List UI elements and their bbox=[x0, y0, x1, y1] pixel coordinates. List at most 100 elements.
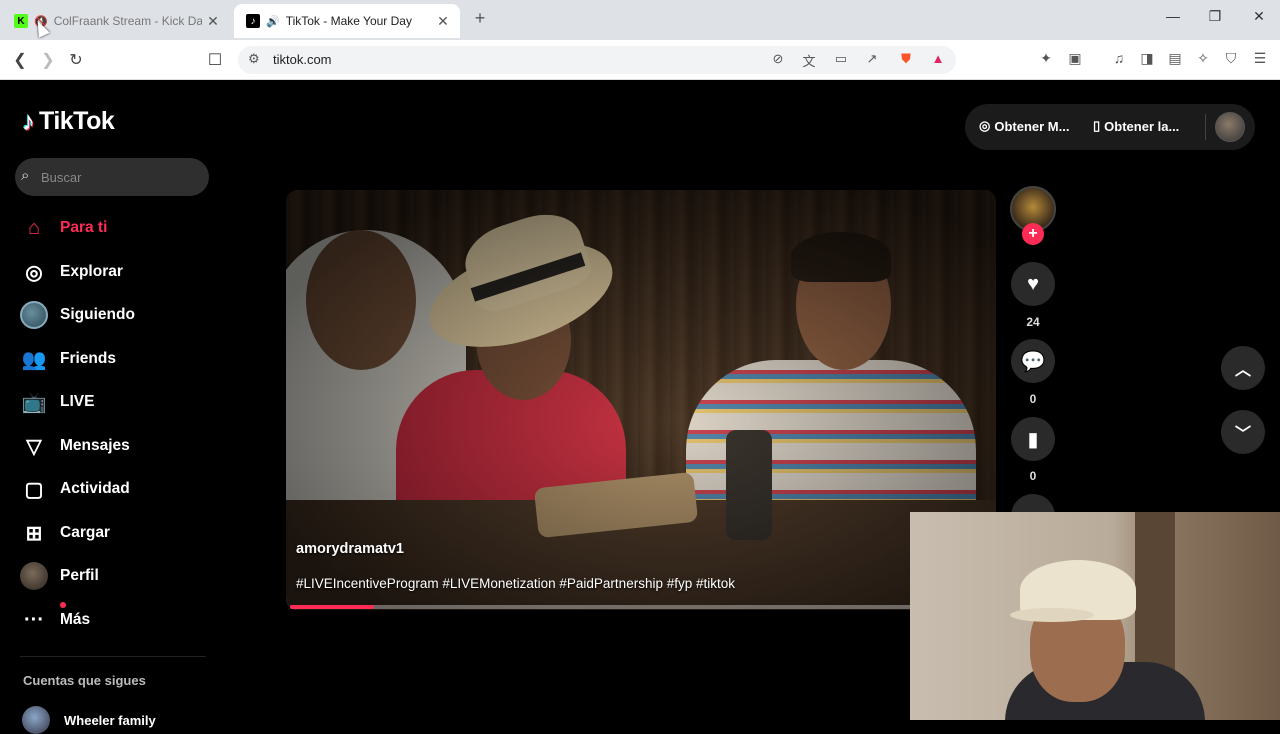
browser-tab-tiktok[interactable]: ♪ 🔊 TikTok - Make Your Day ✕ bbox=[234, 4, 460, 38]
sidebar-item-label: Cargar bbox=[60, 524, 110, 541]
sidebar-item-actividad[interactable]: ▢ Actividad bbox=[20, 471, 240, 507]
more-icon: ··· bbox=[24, 608, 44, 631]
wallet-icon[interactable]: ▤ bbox=[1164, 50, 1186, 67]
sidebar-item-friends[interactable]: 👥 Friends bbox=[20, 341, 240, 377]
sidebar-item-label: Actividad bbox=[60, 480, 130, 497]
tiktok-icon: ♪ bbox=[246, 14, 260, 28]
video-progress-fill bbox=[290, 605, 374, 609]
sidebar-item-label: Explorar bbox=[60, 263, 123, 280]
media-icon[interactable]: ♫ bbox=[1108, 50, 1130, 66]
sidebar-item-cargar[interactable]: ⊞ Cargar bbox=[20, 515, 240, 551]
sidebar-item-label: Mensajes bbox=[60, 437, 130, 454]
top-actions-bar: ◎ Obtener M... ▯ Obtener la... bbox=[965, 104, 1255, 150]
tab-title: ColFraank Stream - Kick Dash bbox=[53, 14, 202, 28]
sidebar-item-mas[interactable]: ··· Más bbox=[20, 602, 240, 638]
user-avatar[interactable] bbox=[1215, 112, 1245, 142]
new-tab-button[interactable]: + bbox=[470, 8, 490, 29]
video-author[interactable]: amorydramatv1 bbox=[296, 541, 404, 557]
speaker-icon[interactable]: 🔊 bbox=[266, 15, 280, 28]
send-icon: ▽ bbox=[26, 435, 42, 458]
reload-button[interactable]: ↻ bbox=[64, 48, 88, 72]
sidebar-item-label: Friends bbox=[60, 350, 116, 367]
activity-icon: ▢ bbox=[24, 478, 44, 501]
sidebar-item-label: Perfil bbox=[60, 567, 99, 584]
bookmark-icon[interactable]: ☐ bbox=[203, 48, 227, 72]
sidebar-item-para-ti[interactable]: ⌂ Para ti bbox=[20, 210, 240, 246]
search-box[interactable]: ⌕ bbox=[15, 158, 209, 196]
sidebar-item-label: Más bbox=[60, 611, 91, 628]
follow-plus-button[interactable]: + bbox=[1022, 223, 1044, 245]
close-tab-icon[interactable]: ✕ bbox=[202, 13, 224, 30]
next-video-button[interactable]: ﹀ bbox=[1221, 410, 1265, 454]
notification-dot bbox=[60, 602, 66, 608]
comment-icon: 💬 bbox=[1020, 350, 1046, 373]
sidebar-divider bbox=[20, 656, 206, 657]
save-button[interactable]: ▮ bbox=[1011, 417, 1055, 461]
app-icon: ◎ bbox=[979, 118, 991, 133]
divider bbox=[1205, 114, 1206, 140]
close-tab-icon[interactable]: ✕ bbox=[432, 13, 454, 30]
tiktok-note-icon: ♪ bbox=[22, 106, 35, 136]
chevron-down-icon: ﹀ bbox=[1234, 426, 1251, 443]
sidebar-item-label: Para ti bbox=[60, 219, 108, 236]
sidebar-item-mensajes[interactable]: ▽ Mensajes bbox=[20, 428, 240, 464]
webcam-overlay bbox=[910, 512, 1280, 720]
get-desktop-app-button[interactable]: ▯ Obtener la... bbox=[1093, 118, 1179, 134]
translate-icon[interactable]: 文 bbox=[799, 51, 819, 70]
live-icon: 📺 bbox=[21, 391, 47, 414]
tiktok-logo[interactable]: ♪ TikTok bbox=[22, 106, 115, 137]
following-account[interactable]: Wheeler family bbox=[22, 706, 156, 734]
kick-icon: K bbox=[14, 14, 28, 28]
back-button[interactable]: ❮ bbox=[8, 48, 32, 72]
extensions-icon[interactable]: ✦ bbox=[1035, 50, 1057, 67]
menu-icon[interactable]: ☰ bbox=[1249, 50, 1271, 67]
logo-text: TikTok bbox=[39, 107, 115, 135]
chevron-up-icon: ︿ bbox=[1234, 362, 1251, 379]
video-progress-bar[interactable] bbox=[290, 605, 990, 609]
search-input[interactable] bbox=[41, 158, 201, 196]
account-name: Wheeler family bbox=[64, 712, 156, 728]
sidebar-item-explorar[interactable]: ◎ Explorar bbox=[20, 254, 240, 290]
like-button[interactable]: ♥ bbox=[1011, 262, 1055, 306]
address-bar[interactable]: ⚙ tiktok.com ⊘ 文 ▭ ↗ ⛊ ▲ bbox=[238, 46, 956, 74]
friends-icon: 👥 bbox=[21, 348, 47, 371]
sidebar-item-label: LIVE bbox=[60, 393, 95, 410]
comment-button[interactable]: 💬 bbox=[1011, 339, 1055, 383]
forward-button[interactable]: ❯ bbox=[36, 48, 60, 72]
profile-avatar bbox=[20, 562, 48, 590]
previous-video-button[interactable]: ︿ bbox=[1221, 346, 1265, 390]
tab-search-icon[interactable]: ▣ bbox=[1064, 50, 1086, 67]
browser-tab-bar: K 🔇 ColFraank Stream - Kick Dash ✕ ♪ 🔊 T… bbox=[0, 0, 1280, 40]
sidebar-item-label: Siguiendo bbox=[60, 306, 135, 323]
phone-icon: ▯ bbox=[1093, 118, 1101, 133]
site-settings-icon[interactable]: ⚙ bbox=[248, 51, 260, 67]
url-text: tiktok.com bbox=[273, 52, 332, 67]
like-count: 24 bbox=[1026, 315, 1040, 329]
leo-ai-icon[interactable]: ✧ bbox=[1192, 50, 1214, 67]
avatar bbox=[22, 706, 50, 734]
video-caption[interactable]: #LIVEIncentiveProgram #LIVEMonetization … bbox=[296, 576, 735, 591]
compass-icon: ◎ bbox=[25, 261, 43, 284]
no-tracking-icon[interactable]: ⊘ bbox=[768, 51, 788, 67]
comment-count: 0 bbox=[1029, 392, 1037, 406]
get-app-button[interactable]: ◎ Obtener M... bbox=[979, 118, 1069, 134]
brave-rewards-icon[interactable]: ▲ bbox=[928, 51, 948, 66]
brave-shield-icon[interactable]: ⛊ bbox=[896, 51, 916, 67]
search-icon: ⌕ bbox=[21, 167, 30, 184]
sidebar-item-siguiendo[interactable]: Siguiendo bbox=[20, 297, 240, 333]
tab-title: TikTok - Make Your Day bbox=[285, 14, 412, 28]
following-avatar bbox=[20, 301, 48, 329]
share-icon[interactable]: ↗ bbox=[862, 51, 882, 67]
sidebar-item-perfil[interactable]: Perfil bbox=[20, 558, 240, 594]
restore-button[interactable]: ❐ bbox=[1200, 8, 1230, 25]
save-count: 0 bbox=[1029, 469, 1037, 483]
sidebar-item-live[interactable]: 📺 LIVE bbox=[20, 384, 240, 420]
bookmark-icon: ▮ bbox=[1027, 428, 1039, 451]
cast-icon[interactable]: ▭ bbox=[831, 51, 851, 67]
home-icon: ⌂ bbox=[27, 216, 41, 239]
sidebar-toggle-icon[interactable]: ◨ bbox=[1136, 50, 1158, 67]
heart-icon: ♥ bbox=[1027, 272, 1039, 295]
vpn-icon[interactable]: ⛉ bbox=[1220, 50, 1242, 67]
close-window-button[interactable]: ✕ bbox=[1244, 8, 1274, 25]
minimize-button[interactable]: — bbox=[1158, 8, 1188, 24]
